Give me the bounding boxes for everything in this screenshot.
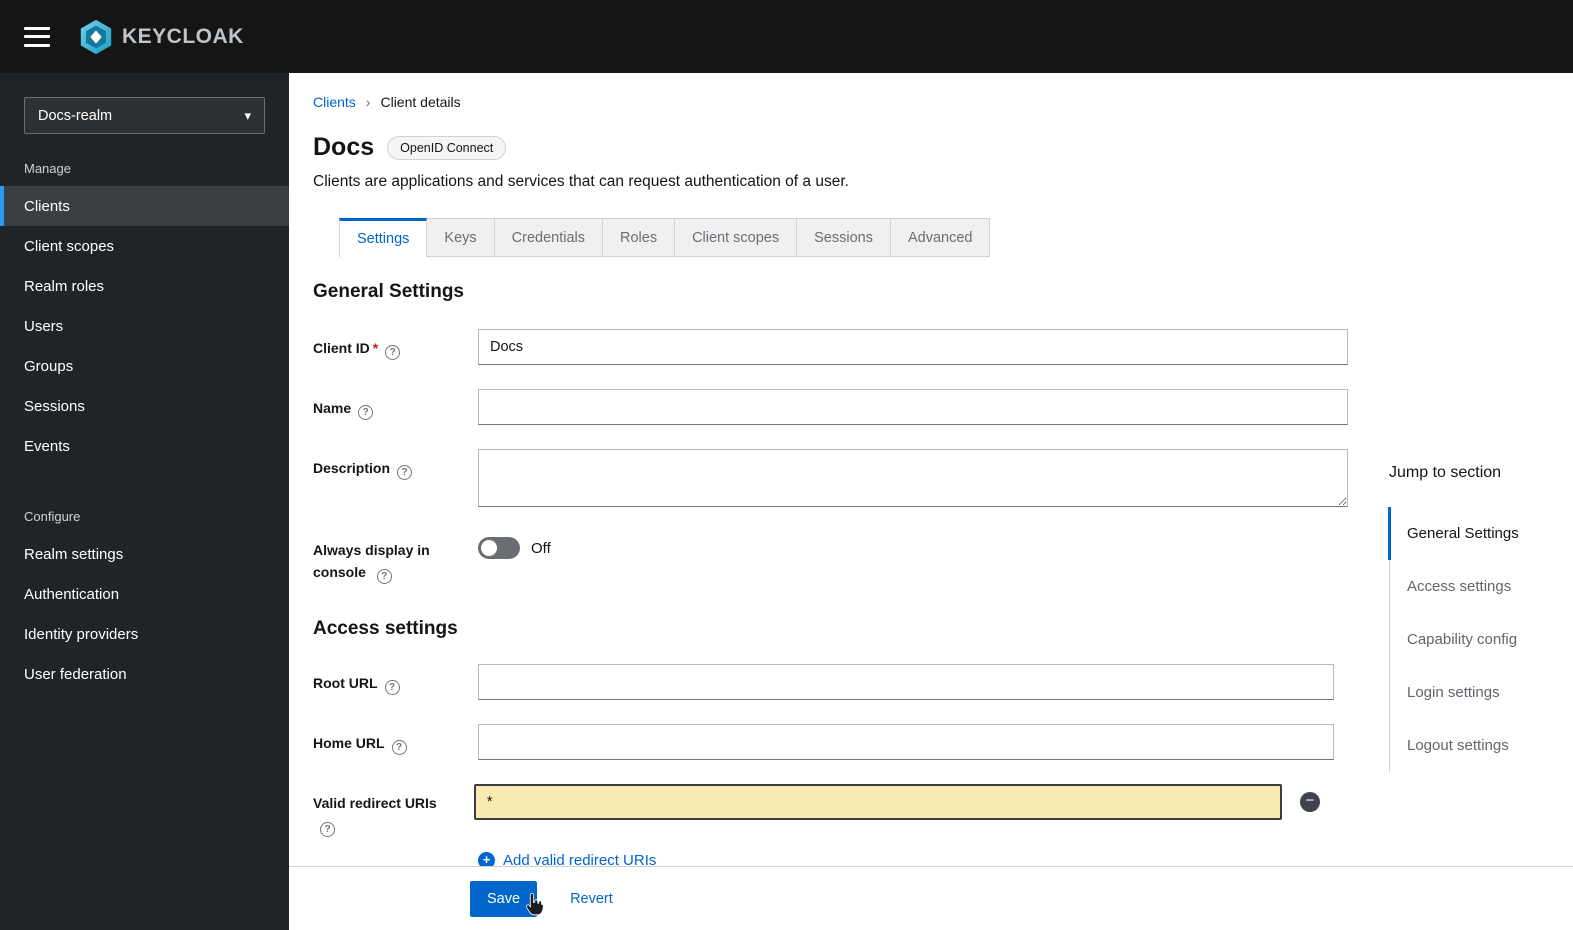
root-url-input[interactable]: [478, 663, 1334, 700]
protocol-badge: OpenID Connect: [387, 135, 507, 160]
tab-credentials[interactable]: Credentials: [494, 218, 603, 257]
help-icon[interactable]: ?: [385, 345, 401, 361]
valid-redirect-uris-label: Valid redirect URIs?: [313, 784, 474, 837]
home-url-input[interactable]: [478, 723, 1334, 760]
sidebar-item-realm-roles[interactable]: Realm roles: [0, 266, 289, 306]
help-icon[interactable]: ?: [391, 740, 407, 756]
nav-section-configure: Configure: [24, 509, 81, 524]
home-url-label: Home URL?: [313, 724, 478, 756]
client-settings-form: General Settings Client ID*? Name? Descr…: [313, 281, 1348, 869]
jump-link-login-settings[interactable]: Login settings: [1390, 666, 1554, 719]
sidebar-item-realm-settings[interactable]: Realm settings: [0, 534, 289, 574]
description-input[interactable]: [478, 449, 1348, 507]
client-tabs: Settings Keys Credentials Roles Client s…: [289, 218, 1573, 257]
masthead: KEYCLOAK: [0, 0, 1573, 73]
sidebar: Docs-realm ▾ Manage Clients Client scope…: [0, 73, 289, 930]
tab-roles[interactable]: Roles: [603, 218, 676, 257]
jump-link-logout-settings[interactable]: Logout settings: [1390, 719, 1554, 772]
sidebar-item-users[interactable]: Users: [0, 306, 289, 346]
keycloak-logo[interactable]: KEYCLOAK: [77, 18, 244, 56]
toggle-state-label: Off: [531, 539, 551, 557]
always-display-toggle[interactable]: [478, 537, 520, 559]
realm-selector-value: Docs-realm: [38, 107, 113, 124]
help-icon[interactable]: ?: [320, 821, 335, 837]
help-icon[interactable]: ?: [358, 405, 374, 421]
page-title: Docs: [313, 133, 375, 161]
remove-redirect-uri-button[interactable]: −: [1299, 791, 1320, 812]
tab-settings[interactable]: Settings: [339, 218, 428, 257]
jump-link-access-settings[interactable]: Access settings: [1390, 560, 1554, 613]
jump-link-general-settings[interactable]: General Settings: [1388, 507, 1554, 560]
keycloak-logo-icon: [80, 19, 112, 54]
root-url-label: Root URL?: [313, 664, 478, 696]
breadcrumb-current: Client details: [380, 94, 461, 110]
main-content: Clients › Client details Docs OpenID Con…: [289, 73, 1573, 930]
sidebar-item-identity-providers[interactable]: Identity providers: [0, 614, 289, 654]
sidebar-item-client-scopes[interactable]: Client scopes: [0, 226, 289, 266]
tab-keys[interactable]: Keys: [427, 218, 495, 257]
caret-down-icon: ▾: [244, 107, 251, 123]
nav-section-manage: Manage: [24, 161, 71, 176]
sidebar-item-clients[interactable]: Clients: [0, 186, 289, 226]
jump-link-capability-config[interactable]: Capability config: [1390, 613, 1554, 666]
sidebar-item-events[interactable]: Events: [0, 426, 289, 466]
sidebar-item-sessions[interactable]: Sessions: [0, 386, 289, 426]
help-icon[interactable]: ?: [384, 680, 400, 696]
access-settings-heading: Access settings: [313, 617, 458, 639]
realm-selector[interactable]: Docs-realm ▾: [24, 97, 265, 134]
sidebar-item-user-federation[interactable]: User federation: [0, 654, 289, 694]
client-id-input[interactable]: [478, 329, 1348, 365]
valid-redirect-uri-input[interactable]: [473, 783, 1282, 820]
tab-client-scopes[interactable]: Client scopes: [675, 218, 798, 257]
help-icon[interactable]: ?: [397, 465, 413, 481]
description-label: Description?: [313, 449, 478, 481]
page-description: Clients are applications and services th…: [313, 173, 849, 190]
sidebar-item-authentication[interactable]: Authentication: [0, 574, 289, 614]
general-settings-heading: General Settings: [313, 281, 464, 302]
brand-wordmark: KEYCLOAK: [122, 24, 244, 48]
help-icon[interactable]: ?: [376, 568, 392, 584]
always-display-label: Always display in console ?: [313, 531, 478, 584]
save-button[interactable]: Save: [470, 880, 538, 917]
jump-nav-title: Jump to section: [1389, 464, 1502, 481]
name-input[interactable]: [478, 389, 1348, 425]
hamburger-menu-icon[interactable]: [24, 26, 50, 47]
jump-to-section-nav: Jump to section General Settings Access …: [1388, 464, 1554, 772]
tab-sessions[interactable]: Sessions: [797, 218, 891, 257]
tab-advanced[interactable]: Advanced: [890, 218, 991, 257]
breadcrumb: Clients › Client details: [313, 94, 1549, 110]
client-id-label: Client ID *?: [313, 329, 478, 361]
required-asterisk: *: [372, 340, 379, 356]
sidebar-item-groups[interactable]: Groups: [0, 346, 289, 386]
sidebar-nav: Manage Clients Client scopes Realm roles…: [0, 134, 289, 694]
minus-circle-icon: −: [1305, 792, 1315, 810]
breadcrumb-separator-icon: ›: [365, 94, 371, 110]
form-actions: Save Revert: [289, 866, 1573, 930]
revert-button[interactable]: Revert: [570, 891, 613, 907]
name-label: Name?: [313, 389, 478, 421]
breadcrumb-clients-link[interactable]: Clients: [313, 94, 356, 110]
toggle-knob: [481, 540, 497, 556]
